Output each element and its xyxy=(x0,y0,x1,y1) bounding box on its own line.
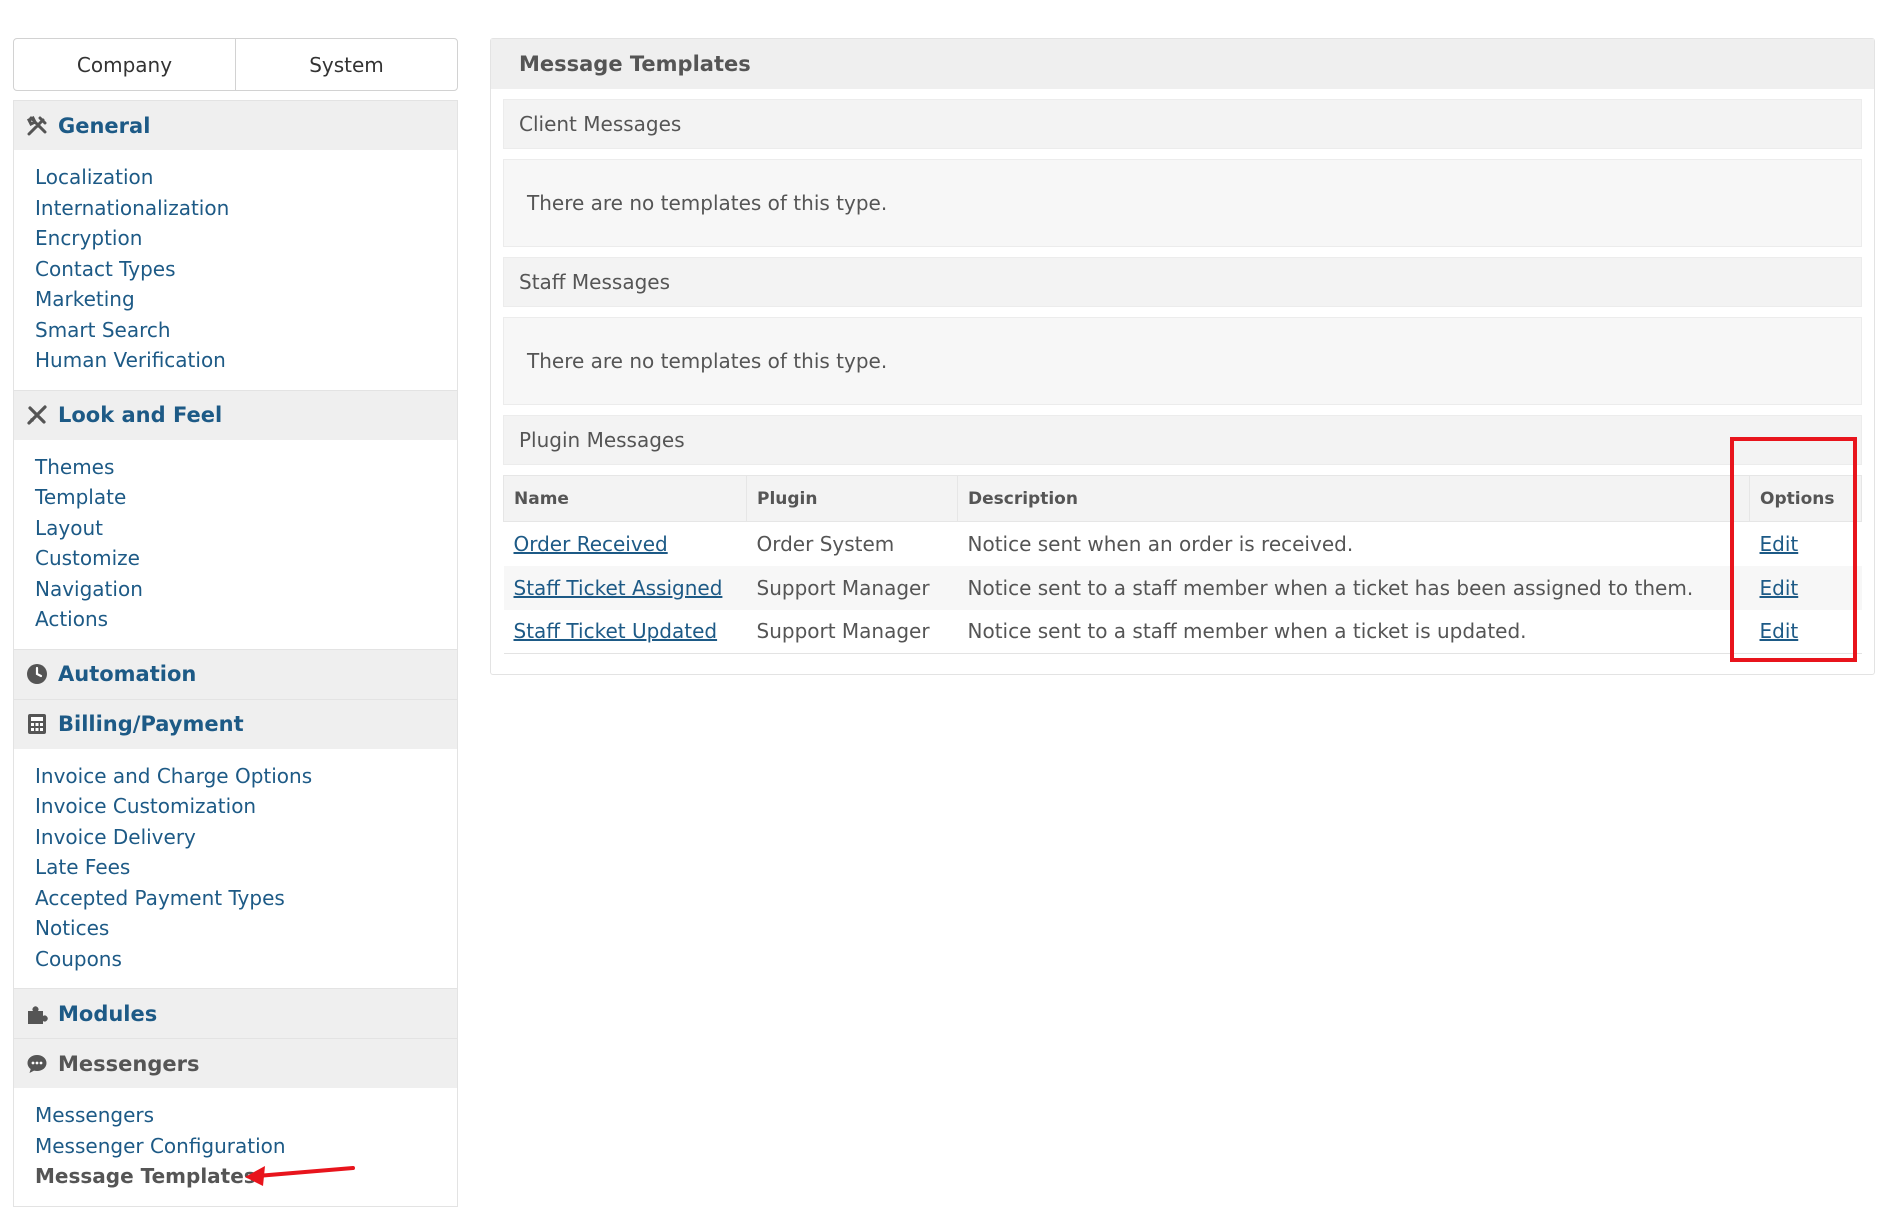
tab-company[interactable]: Company xyxy=(14,39,235,90)
section-look-and-feel[interactable]: Look and Feel xyxy=(14,389,457,440)
nav-internationalization[interactable]: Internationalization xyxy=(35,193,457,224)
messengers-list: Messengers Messenger Configuration Messa… xyxy=(14,1088,457,1206)
nav-themes[interactable]: Themes xyxy=(35,452,457,483)
nav-messengers[interactable]: Messengers xyxy=(35,1100,457,1131)
settings-sidebar: Company System General Localization Inte… xyxy=(13,38,458,1207)
section-modules[interactable]: Modules xyxy=(14,988,457,1038)
message-templates-panel: Message Templates Client Messages There … xyxy=(490,38,1875,675)
nav-navigation[interactable]: Navigation xyxy=(35,574,457,605)
clock-icon xyxy=(25,662,49,686)
billing-list: Invoice and Charge Options Invoice Custo… xyxy=(14,749,457,989)
nav-invoice-delivery[interactable]: Invoice Delivery xyxy=(35,822,457,853)
section-general[interactable]: General xyxy=(14,100,457,150)
general-list: Localization Internationalization Encryp… xyxy=(14,150,457,390)
template-name-link[interactable]: Staff Ticket Assigned xyxy=(514,576,723,600)
section-messengers[interactable]: Messengers xyxy=(14,1038,457,1088)
table-row: Order Received Order System Notice sent … xyxy=(504,522,1862,566)
plugin-messages-header: Plugin Messages xyxy=(503,415,1862,465)
section-messengers-label: Messengers xyxy=(58,1051,200,1076)
template-plugin: Order System xyxy=(756,531,895,556)
template-description: Notice sent to a staff member when a tic… xyxy=(957,609,1750,654)
settings-tabs: Company System xyxy=(13,38,458,91)
nav-layout[interactable]: Layout xyxy=(35,513,457,544)
tab-system[interactable]: System xyxy=(235,39,457,90)
nav-marketing[interactable]: Marketing xyxy=(35,284,457,315)
puzzle-icon xyxy=(25,1002,49,1026)
nav-accepted-payment-types[interactable]: Accepted Payment Types xyxy=(35,883,457,914)
nav-encryption[interactable]: Encryption xyxy=(35,223,457,254)
section-modules-label: Modules xyxy=(58,1001,158,1026)
section-billing-payment[interactable]: Billing/Payment xyxy=(14,698,457,749)
nav-coupons[interactable]: Coupons xyxy=(35,944,457,975)
nav-customize[interactable]: Customize xyxy=(35,543,457,574)
nav-late-fees[interactable]: Late Fees xyxy=(35,852,457,883)
nav-smart-search[interactable]: Smart Search xyxy=(35,315,457,346)
template-plugin: Support Manager xyxy=(746,565,958,610)
client-messages-empty: There are no templates of this type. xyxy=(503,159,1862,247)
table-row: Staff Ticket Updated Support Manager Not… xyxy=(503,609,1862,654)
nav-human-verification[interactable]: Human Verification xyxy=(35,345,457,376)
section-general-label: General xyxy=(58,113,151,138)
page-title: Message Templates xyxy=(491,39,1874,89)
nav-contact-types[interactable]: Contact Types xyxy=(35,254,457,285)
table-row: Staff Ticket Assigned Support Manager No… xyxy=(503,565,1862,610)
staff-messages-empty: There are no templates of this type. xyxy=(503,317,1862,405)
staff-messages-header: Staff Messages xyxy=(503,257,1862,307)
settings-nav: General Localization Internationalizatio… xyxy=(13,100,458,1207)
column-header-description: Description xyxy=(957,475,1750,522)
nav-actions[interactable]: Actions xyxy=(35,604,457,635)
template-plugin: Support Manager xyxy=(746,609,958,654)
section-billing-label: Billing/Payment xyxy=(58,712,244,736)
section-automation[interactable]: Automation xyxy=(14,648,457,699)
template-description: Notice sent to a staff member when a tic… xyxy=(957,565,1750,610)
template-description: Notice sent when an order is received. xyxy=(967,531,1354,556)
chat-bubble-icon xyxy=(25,1052,49,1076)
section-automation-label: Automation xyxy=(58,662,197,686)
nav-template[interactable]: Template xyxy=(35,482,457,513)
template-name-link[interactable]: Order Received xyxy=(514,532,668,556)
template-name-link[interactable]: Staff Ticket Updated xyxy=(514,619,718,643)
calculator-icon xyxy=(25,712,49,736)
nav-localization[interactable]: Localization xyxy=(35,162,457,193)
nav-messenger-configuration[interactable]: Messenger Configuration xyxy=(35,1131,457,1162)
look-and-feel-list: Themes Template Layout Customize Navigat… xyxy=(14,440,457,649)
nav-invoice-customization[interactable]: Invoice Customization xyxy=(35,791,457,822)
plugin-messages-table: Name Plugin Description Options Order Re… xyxy=(503,475,1862,654)
column-header-name: Name xyxy=(503,475,747,522)
nav-invoice-charge-options[interactable]: Invoice and Charge Options xyxy=(35,761,457,792)
annotation-highlight-box xyxy=(1730,437,1857,662)
wrench-screwdriver-icon xyxy=(25,114,49,138)
nav-notices[interactable]: Notices xyxy=(35,913,457,944)
pencil-ruler-icon xyxy=(25,403,49,427)
column-header-plugin: Plugin xyxy=(746,475,958,522)
client-messages-header: Client Messages xyxy=(503,99,1862,149)
annotation-arrow xyxy=(245,1166,355,1186)
section-look-and-feel-label: Look and Feel xyxy=(58,403,223,427)
table-header-row: Name Plugin Description Options xyxy=(503,475,1862,522)
